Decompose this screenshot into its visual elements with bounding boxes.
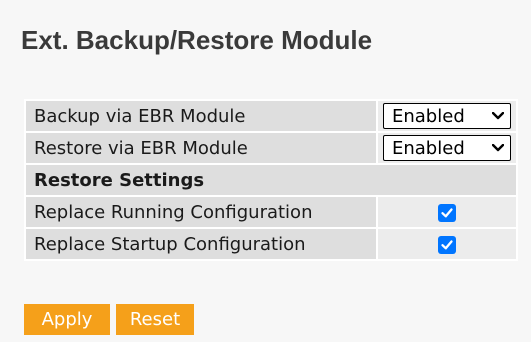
- chevron-down-icon: [492, 112, 504, 120]
- page-title: Ext. Backup/Restore Module: [21, 25, 373, 55]
- backup-row: Backup via EBR Module Enabled: [24, 99, 518, 133]
- restore-select[interactable]: Enabled: [383, 135, 511, 161]
- replace-startup-label: Replace Startup Configuration: [24, 227, 378, 261]
- backup-control-cell: Enabled: [376, 99, 518, 133]
- backup-select[interactable]: Enabled: [383, 103, 511, 129]
- checkmark-icon: [441, 207, 453, 217]
- replace-startup-control-cell: [376, 227, 518, 261]
- backup-select-value: Enabled: [392, 105, 465, 127]
- restore-row: Restore via EBR Module Enabled: [24, 131, 518, 165]
- replace-running-label: Replace Running Configuration: [24, 195, 378, 229]
- replace-startup-checkbox[interactable]: [438, 235, 456, 254]
- restore-select-value: Enabled: [392, 137, 465, 159]
- replace-running-row: Replace Running Configuration: [24, 195, 518, 229]
- restore-settings-heading: Restore Settings: [24, 163, 518, 197]
- replace-startup-row: Replace Startup Configuration: [24, 227, 518, 261]
- backup-restore-settings-table: Backup via EBR Module Enabled Restore vi…: [24, 99, 518, 261]
- restore-label: Restore via EBR Module: [24, 131, 378, 165]
- reset-button[interactable]: Reset: [116, 304, 194, 335]
- restore-control-cell: Enabled: [376, 131, 518, 165]
- form-buttons: Apply Reset: [24, 304, 194, 335]
- replace-running-control-cell: [376, 195, 518, 229]
- checkmark-icon: [441, 239, 453, 249]
- apply-button[interactable]: Apply: [24, 304, 110, 335]
- backup-label: Backup via EBR Module: [24, 99, 378, 133]
- chevron-down-icon: [492, 144, 504, 152]
- replace-running-checkbox[interactable]: [438, 203, 456, 222]
- restore-settings-section-row: Restore Settings: [24, 163, 518, 197]
